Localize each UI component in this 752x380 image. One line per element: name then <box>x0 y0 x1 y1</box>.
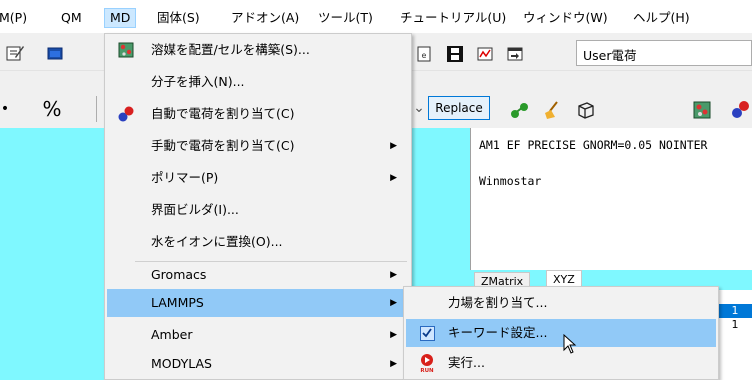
auto-charge-icon <box>117 105 135 123</box>
atom-table: 1 1 <box>716 290 752 380</box>
menu-item-label: キーワード設定... <box>448 325 548 340</box>
menu-item-label: 自動で電荷を割り当て(C) <box>151 106 295 121</box>
menu-solid[interactable]: 固体(S) <box>152 8 205 28</box>
film-icon[interactable] <box>444 43 466 65</box>
menu-item-label: 実行... <box>448 355 485 370</box>
menu-item-amber[interactable]: Amber ▶ <box>107 321 409 349</box>
chevron-right-icon: ▶ <box>390 330 397 340</box>
submenu-item-run[interactable]: RUN 実行... <box>406 349 716 377</box>
window-icon[interactable] <box>44 42 66 64</box>
cube-icon[interactable] <box>574 98 598 122</box>
chevron-right-icon: ▶ <box>390 359 397 369</box>
menu-tutorial[interactable]: チュートリアル(U) <box>395 8 511 28</box>
replace-button[interactable]: Replace <box>428 96 490 120</box>
document-icon[interactable]: e <box>414 44 434 64</box>
menu-item-auto-charge[interactable]: 自動で電荷を割り当て(C) <box>107 100 409 128</box>
menu-item-label: 溶媒を配置/セルを構築(S)... <box>151 42 310 57</box>
chevron-right-icon: ▶ <box>390 173 397 183</box>
menu-addon[interactable]: アドオン(A) <box>226 8 304 28</box>
submenu-item-keyword-settings[interactable]: キーワード設定... <box>406 319 716 347</box>
edit-icon[interactable] <box>4 42 26 64</box>
menu-item-label: LAMMPS <box>151 295 204 310</box>
menu-item-label: ポリマー(P) <box>151 170 219 185</box>
svg-text:e: e <box>422 51 427 60</box>
checkbox-icon <box>418 324 436 342</box>
menu-item-lammps[interactable]: LAMMPS ▶ <box>107 289 409 317</box>
menu-md[interactable]: MD <box>104 8 137 28</box>
menu-item-label: 手動で電荷を割り当て(C) <box>151 138 295 153</box>
menu-item-label: Amber <box>151 327 193 342</box>
title-line: Winmostar <box>479 174 542 188</box>
user-charge-field[interactable]: User電荷 <box>576 40 752 66</box>
chevron-right-icon: ▶ <box>390 298 397 308</box>
menu-help[interactable]: ヘルプ(H) <box>628 8 695 28</box>
menu-item-label: Gromacs <box>151 267 207 282</box>
menu-item-label: 分子を挿入(N)... <box>151 74 245 89</box>
dot-icon[interactable]: • <box>0 99 10 119</box>
keyword-panel[interactable]: AM1 EF PRECISE GNORM=0.05 NOINTER Winmos… <box>470 128 752 270</box>
toolbar-separator <box>96 96 104 122</box>
lammps-submenu: 力場を割り当て... キーワード設定... RUN 実行... <box>403 286 719 380</box>
menu-bar: M(P) QM MD 固体(S) アドオン(A) ツール(T) チュートリアル(… <box>0 0 752 33</box>
menu-item-interface-builder[interactable]: 界面ビルダ(I)... <box>107 196 409 224</box>
menu-item-solvate[interactable]: 溶媒を配置/セルを構築(S)... <box>107 36 409 64</box>
menu-item-label: MODYLAS <box>151 356 212 371</box>
charge-icon[interactable] <box>728 98 752 122</box>
chevron-right-icon: ▶ <box>390 141 397 151</box>
table-cell[interactable]: 1 <box>717 304 752 318</box>
import-icon[interactable] <box>504 43 526 65</box>
solvate-cell-icon <box>117 41 135 59</box>
menu-tools[interactable]: ツール(T) <box>313 8 378 28</box>
menu-qm[interactable]: QM <box>56 8 87 28</box>
svg-text:RUN: RUN <box>420 368 434 373</box>
chevron-right-icon: ▶ <box>390 270 397 280</box>
menu-item-manual-charge[interactable]: 手動で電荷を割り当て(C) ▶ <box>107 132 409 160</box>
chart-icon[interactable] <box>474 43 496 65</box>
md-menu: 溶媒を配置/セルを構築(S)... 分子を挿入(N)... 自動で電荷を割り当て… <box>104 33 412 380</box>
menu-m[interactable]: M(P) <box>0 8 32 28</box>
combo-chevron-icon[interactable]: ⌄ <box>412 98 426 118</box>
keyword-line: AM1 EF PRECISE GNORM=0.05 NOINTER <box>479 138 708 152</box>
percent-icon[interactable]: % <box>40 97 64 121</box>
clean-broom-icon[interactable] <box>540 98 564 122</box>
table-cell[interactable]: 1 <box>717 318 752 332</box>
menu-item-label: 界面ビルダ(I)... <box>151 202 239 217</box>
mouse-cursor-icon <box>563 333 579 359</box>
menu-item-polymer[interactable]: ポリマー(P) ▶ <box>107 164 409 192</box>
menu-item-label: 水をイオンに置換(O)... <box>151 234 283 249</box>
submenu-item-assign-forcefield[interactable]: 力場を割り当て... <box>406 289 716 317</box>
add-atom-icon[interactable] <box>508 98 532 122</box>
run-icon: RUN <box>418 354 436 373</box>
menu-item-gromacs[interactable]: Gromacs ▶ <box>107 261 409 289</box>
solvate-icon[interactable] <box>690 98 714 122</box>
menu-item-water-to-ion[interactable]: 水をイオンに置換(O)... <box>107 228 409 256</box>
menu-window[interactable]: ウィンドウ(W) <box>518 8 613 28</box>
menu-item-insert-molecule[interactable]: 分子を挿入(N)... <box>107 68 409 96</box>
menu-item-label: 力場を割り当て... <box>448 295 548 310</box>
menu-item-modylas[interactable]: MODYLAS ▶ <box>107 350 409 378</box>
